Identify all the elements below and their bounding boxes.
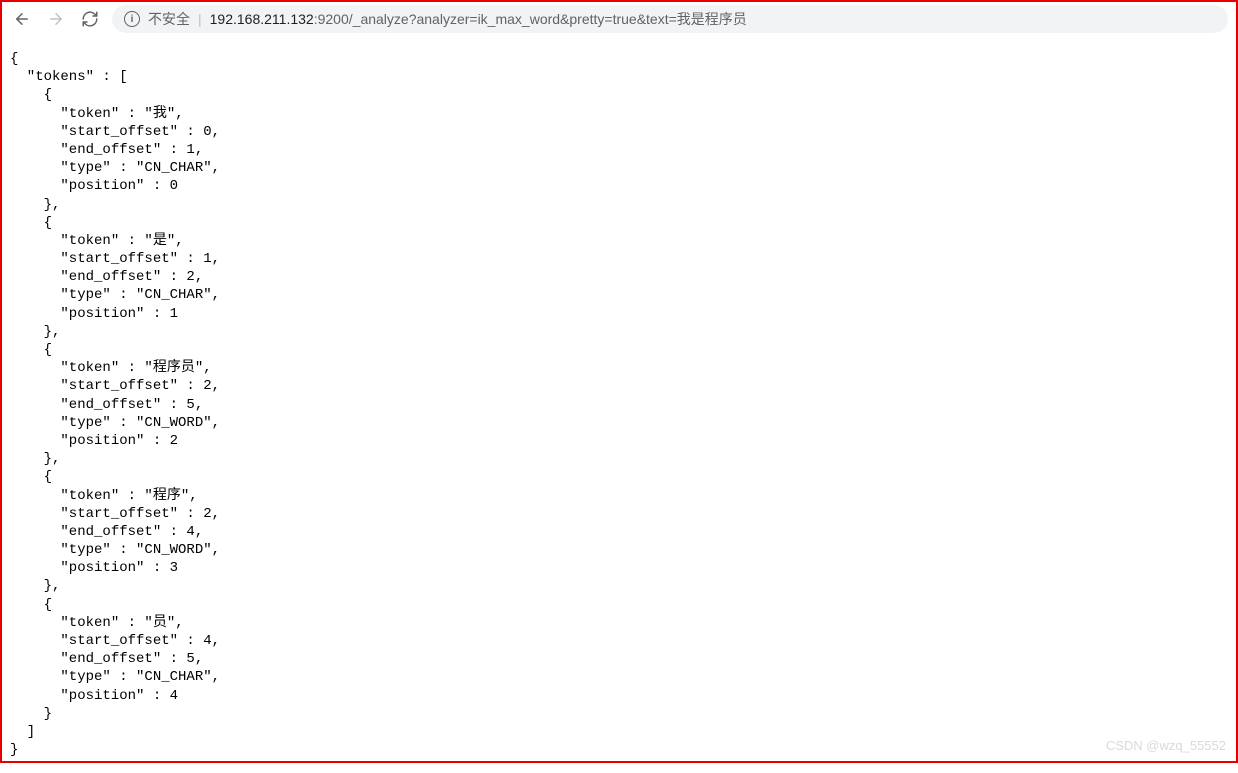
reload-icon — [81, 10, 99, 28]
address-bar[interactable]: i 不安全 | 192.168.211.132:9200/_analyze?an… — [112, 5, 1228, 33]
url-host: 192.168.211.132 — [210, 11, 314, 27]
back-button[interactable] — [10, 7, 34, 31]
url-display: 192.168.211.132:9200/_analyze?analyzer=i… — [210, 9, 747, 29]
url-port: :9200 — [314, 11, 349, 27]
watermark: CSDN @wzq_55552 — [1106, 738, 1226, 753]
divider: | — [198, 11, 202, 27]
info-icon: i — [124, 11, 140, 27]
response-body: { "tokens" : [ { "token" : "我", "start_o… — [2, 36, 1236, 773]
forward-button[interactable] — [44, 7, 68, 31]
arrow-left-icon — [13, 10, 31, 28]
arrow-right-icon — [47, 10, 65, 28]
reload-button[interactable] — [78, 7, 102, 31]
url-path: /_analyze?analyzer=ik_max_word&pretty=tr… — [349, 9, 747, 29]
insecure-label: 不安全 — [148, 9, 190, 29]
browser-toolbar: i 不安全 | 192.168.211.132:9200/_analyze?an… — [2, 2, 1236, 36]
